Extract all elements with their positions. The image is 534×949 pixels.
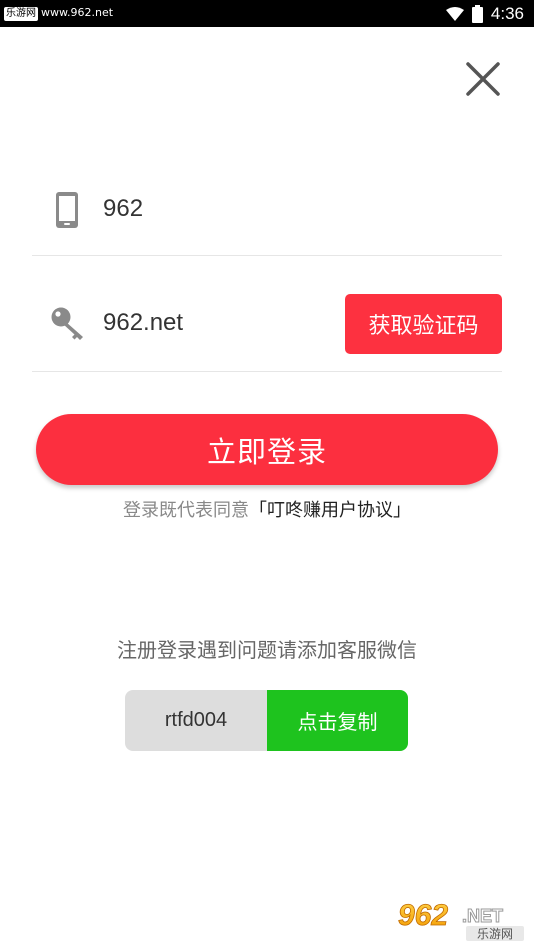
wifi-icon xyxy=(445,7,464,21)
phone-icon xyxy=(50,190,84,234)
watermark-logo: 962 .NET 乐游网 xyxy=(394,895,528,943)
agreement-link[interactable]: 「叮咚赚用户协议」 xyxy=(249,500,411,521)
battery-icon xyxy=(471,5,483,23)
status-source: 乐游网 www.962.net xyxy=(4,5,113,21)
help-text: 注册登录遇到问题请添加客服微信 xyxy=(117,638,417,662)
close-button[interactable] xyxy=(462,58,504,100)
close-icon xyxy=(466,62,500,96)
agreement-text: 登录既代表同意「叮咚赚用户协议」 xyxy=(0,497,534,525)
copy-button[interactable]: 点击复制 xyxy=(267,690,408,751)
phone-row xyxy=(32,166,502,256)
watermark-sub: 乐游网 xyxy=(477,927,513,941)
status-time: 4:36 xyxy=(490,4,524,23)
watermark-suffix: .NET xyxy=(462,906,503,926)
wechat-copy-box: rtfd004 点击复制 xyxy=(125,690,408,751)
status-indicators: 4:36 xyxy=(445,3,524,25)
get-code-button[interactable]: 获取验证码 xyxy=(345,294,502,354)
agreement-prefix: 登录既代表同意 xyxy=(123,500,249,521)
site-tag: 乐游网 xyxy=(4,7,38,21)
key-icon xyxy=(50,306,86,346)
login-screen: 乐游网 www.962.net 4:36 962 962.net 获取验证码 立… xyxy=(0,0,534,949)
code-row: 获取验证码 xyxy=(32,280,502,372)
login-button[interactable]: 立即登录 xyxy=(36,414,498,485)
site-url: www.962.net xyxy=(41,6,114,19)
phone-input[interactable] xyxy=(103,193,333,225)
status-bar: 乐游网 www.962.net 4:36 xyxy=(0,0,534,27)
watermark-brand: 962 xyxy=(398,899,448,932)
wechat-id: rtfd004 xyxy=(125,690,267,751)
code-input[interactable] xyxy=(103,306,333,340)
